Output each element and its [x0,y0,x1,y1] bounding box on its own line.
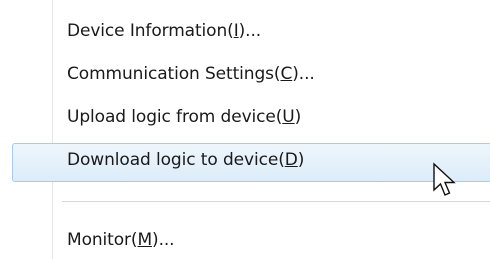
menu-item-download-logic[interactable]: Download logic to device(D) [12,143,490,182]
menu-item-label: Download logic to device(D) [67,150,305,170]
menu-item-label: Upload logic from device(U) [67,107,302,127]
menu-item-communication-settings[interactable]: Communication Settings(C)... [0,57,490,93]
menu-item-label: Communication Settings(C)... [67,64,315,84]
menu-item-upload-logic[interactable]: Upload logic from device(U) [0,100,490,136]
menu-item-device-information[interactable]: Device Information(I)... [0,14,490,50]
menu-item-label: Monitor(M)... [67,230,175,250]
menu-item-monitor[interactable]: Monitor(M)... [0,223,490,259]
context-menu: Device Information(I)... Communication S… [0,0,490,259]
menu-separator [62,201,490,203]
menu-item-label: Device Information(I)... [67,21,262,41]
arrow-pointer-icon [433,162,456,196]
